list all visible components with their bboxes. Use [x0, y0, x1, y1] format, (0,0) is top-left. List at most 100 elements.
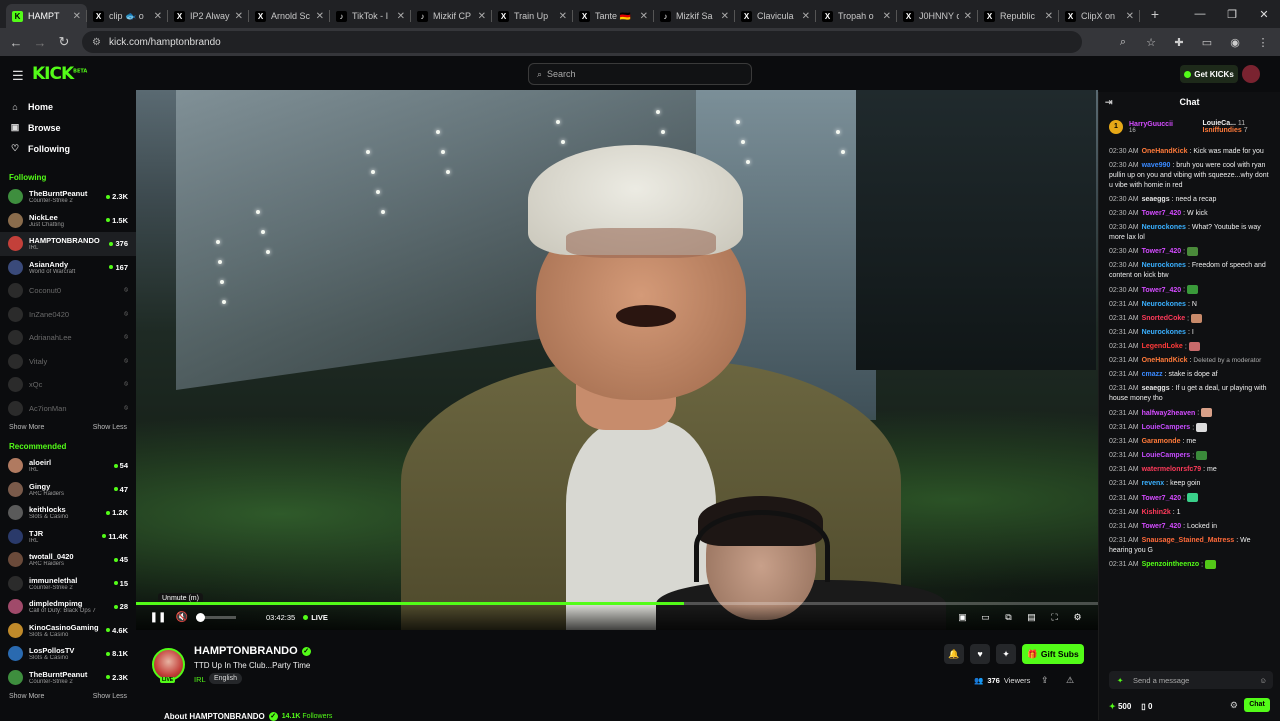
message-username[interactable]: LouieCampers — [1142, 424, 1191, 431]
browser-tab[interactable]: X J0HNNY c ✕ — [897, 4, 978, 28]
url-field[interactable]: ⚙ kick.com/hamptonbrando — [82, 31, 1082, 53]
channel-item[interactable]: TheBurntPeanut Counter-Strike 2 2.3K — [0, 666, 136, 690]
tab-close-icon[interactable]: ✕ — [640, 11, 648, 22]
message-username[interactable]: cmazz — [1142, 371, 1163, 378]
user-avatar[interactable] — [1242, 65, 1260, 83]
browser-tab[interactable]: ♪ Mizkif Sa ✕ — [654, 4, 735, 28]
search-input[interactable]: ⌕ Search — [528, 63, 752, 85]
browser-tab[interactable]: X Arnold Sc ✕ — [249, 4, 330, 28]
browser-tab[interactable]: ♪ Mizkif CP ✕ — [411, 4, 492, 28]
channel-item[interactable]: HAMPTONBRANDO IRL 376 — [0, 232, 136, 256]
message-username[interactable]: LegendLoke — [1142, 343, 1183, 350]
tab-close-icon[interactable]: ✕ — [1126, 11, 1134, 22]
sidebar-item-home[interactable]: ⌂ Home — [0, 96, 136, 117]
browser-tab[interactable]: Xclip 🐟 o ✕ — [87, 4, 168, 28]
channel-item[interactable]: Vitaly ⦸ — [0, 350, 136, 374]
kicks-balance[interactable]: ✦ 500 — [1109, 702, 1131, 711]
browser-tab[interactable]: X IP2 Alway ✕ — [168, 4, 249, 28]
gifters-others[interactable]: LouieCa... 11 Isniffundies 7 — [1203, 120, 1271, 134]
tab-close-icon[interactable]: ✕ — [964, 11, 972, 22]
zoom-icon[interactable]: ⌕ — [1112, 36, 1134, 49]
volume-knob[interactable] — [196, 613, 205, 622]
gifter-first[interactable]: HarryGuuccii 16 — [1129, 121, 1197, 134]
channel-item[interactable]: aloeirl IRL 54 — [0, 454, 136, 478]
tab-close-icon[interactable]: ✕ — [316, 11, 324, 22]
channel-item[interactable]: dimpledmpimg Call of Duty: Black Ops 7 28 — [0, 595, 136, 619]
message-username[interactable]: LouieCampers — [1142, 452, 1191, 459]
show-less-button[interactable]: Show Less — [93, 693, 127, 700]
show-less-button[interactable]: Show Less — [93, 424, 127, 431]
message-username[interactable]: OneHandKick — [1142, 357, 1188, 364]
channel-item[interactable]: InZane0420 ⦸ — [0, 303, 136, 327]
browser-tab[interactable]: ♪ TikTok - I ✕ — [330, 4, 411, 28]
message-username[interactable]: Tower7_420 — [1142, 495, 1182, 502]
tab-close-icon[interactable]: ✕ — [478, 11, 486, 22]
pause-icon[interactable]: ❚❚ — [148, 612, 168, 623]
channel-item[interactable]: AdrianahLee ⦸ — [0, 326, 136, 350]
message-username[interactable]: revenx — [1142, 480, 1165, 487]
channel-item[interactable]: xQc ⦸ — [0, 373, 136, 397]
channel-item[interactable]: AsianAndy World of Warcraft 167 — [0, 256, 136, 280]
message-username[interactable]: wave990 — [1142, 162, 1171, 169]
message-username[interactable]: halfway2heaven — [1142, 410, 1196, 417]
message-username[interactable]: Neurockones — [1142, 224, 1186, 231]
browser-tab[interactable]: X Tropah o ✕ — [816, 4, 897, 28]
maximize-icon[interactable]: ❐ — [1216, 8, 1248, 21]
live-indicator[interactable]: LIVE — [303, 613, 328, 622]
message-username[interactable]: OneHandKick — [1142, 148, 1188, 155]
tab-close-icon[interactable]: ✕ — [397, 11, 405, 22]
browser-tab[interactable]: X Clavicula ✕ — [735, 4, 816, 28]
streamer-name[interactable]: HAMPTONBRANDO ✓ — [194, 645, 311, 657]
chat-input[interactable]: ✦ Send a message ☺ — [1109, 671, 1273, 689]
collapse-chat-icon[interactable]: ⇥ — [1105, 97, 1113, 108]
chat-settings-icon[interactable]: ⚙ — [1230, 700, 1238, 711]
browser-tab[interactable]: X Republic ✕ — [978, 4, 1059, 28]
pip-icon[interactable]: ⧉ — [1000, 612, 1017, 623]
volume-muted-icon[interactable]: 🔇 — [172, 612, 192, 623]
channel-item[interactable]: TJR IRL 11.4K — [0, 525, 136, 549]
bookmark-star-icon[interactable]: ☆ — [1140, 36, 1162, 49]
extensions-icon[interactable]: ✚ — [1168, 36, 1190, 49]
browser-tab[interactable]: X Train Up ✕ — [492, 4, 573, 28]
tab-close-icon[interactable]: ✕ — [154, 11, 162, 22]
minimize-icon[interactable]: — — [1184, 8, 1216, 20]
volume-slider[interactable] — [196, 613, 236, 622]
theater-icon[interactable]: ▭ — [977, 612, 994, 623]
message-username[interactable]: SnortedCoke — [1142, 315, 1186, 322]
profile-icon[interactable]: ◉ — [1224, 36, 1246, 49]
sidepanel-icon[interactable]: ▭ — [1196, 36, 1218, 49]
tab-close-icon[interactable]: ✕ — [802, 11, 810, 22]
fullscreen-icon[interactable]: ⛶ — [1046, 612, 1063, 623]
message-username[interactable]: Kishin2k — [1142, 509, 1171, 516]
show-more-button[interactable]: Show More — [9, 693, 44, 700]
browser-tab[interactable]: X ClipX on ✕ — [1059, 4, 1140, 28]
new-tab-button[interactable]: + — [1144, 6, 1166, 22]
channel-item[interactable]: Coconut0 ⦸ — [0, 279, 136, 303]
tab-close-icon[interactable]: ✕ — [721, 11, 729, 22]
report-icon[interactable]: ⚠ — [1066, 675, 1074, 686]
tab-close-icon[interactable]: ✕ — [1045, 11, 1053, 22]
tab-close-icon[interactable]: ✕ — [559, 11, 567, 22]
kicks-gift-icon[interactable]: ✦ — [996, 644, 1016, 664]
site-info-icon[interactable]: ⚙ — [92, 37, 101, 48]
reload-icon[interactable]: ↻ — [52, 34, 76, 50]
sidebar-item-browse[interactable]: ▣ Browse — [0, 117, 136, 138]
channel-item[interactable]: Ac7ionMan ⦸ — [0, 397, 136, 421]
browser-tab[interactable]: K HAMPT ✕ — [6, 4, 87, 28]
points-balance[interactable]: ▯ 0 — [1141, 702, 1152, 711]
tab-close-icon[interactable]: ✕ — [73, 11, 81, 22]
channel-item[interactable]: twotall_0420 ARC Raiders 45 — [0, 548, 136, 572]
back-icon[interactable]: ← — [4, 35, 28, 50]
message-username[interactable]: watermelonrsfc79 — [1142, 466, 1202, 473]
tab-close-icon[interactable]: ✕ — [235, 11, 243, 22]
channel-item[interactable]: NickLee Just Chatting 1.5K — [0, 209, 136, 233]
tab-close-icon[interactable]: ✕ — [883, 11, 891, 22]
video-player[interactable]: Unmute (m) ❚❚ 🔇 03:42:35 LIVE ▣ ▭ ⧉ ▤ ⛶ … — [136, 90, 1098, 630]
message-username[interactable]: Tower7_420 — [1142, 210, 1182, 217]
notification-bell-icon[interactable]: 🔔 — [944, 644, 964, 664]
browser-tab[interactable]: X Tante 🇩🇪 ✕ — [573, 4, 654, 28]
message-username[interactable]: Tower7_420 — [1142, 287, 1182, 294]
message-username[interactable]: Neurockones — [1142, 262, 1186, 269]
chat-send-button[interactable]: Chat — [1244, 698, 1270, 712]
follow-heart-icon[interactable]: ♥ — [970, 644, 990, 664]
